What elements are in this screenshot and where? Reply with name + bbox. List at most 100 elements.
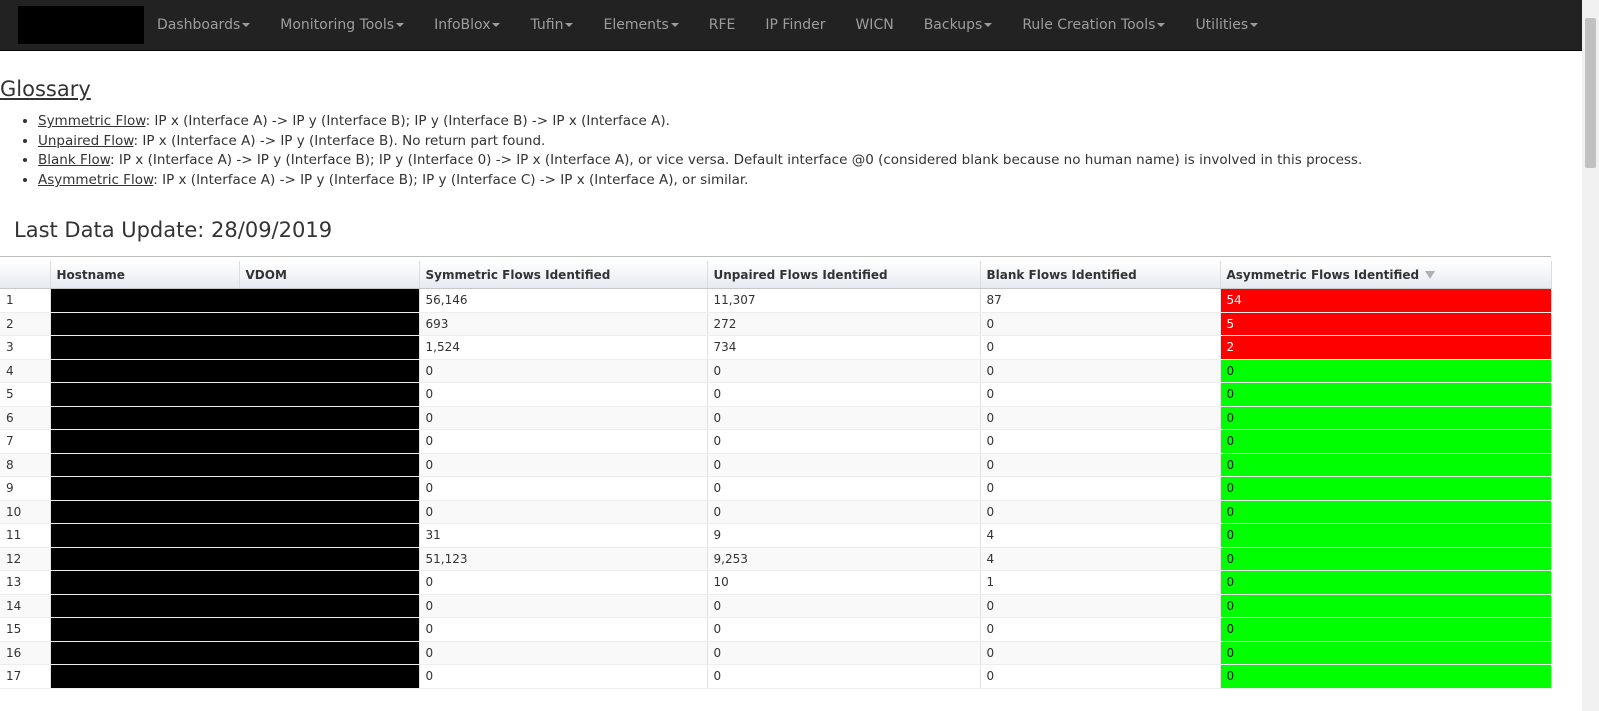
symmetric-flows-cell: 0 xyxy=(419,594,708,618)
nav-item-utilities[interactable]: Utilities xyxy=(1180,0,1273,50)
asymmetric-flows-cell-ok: 0 xyxy=(1220,547,1552,571)
nav-item-tufin[interactable]: Tufin xyxy=(515,0,588,50)
table-row[interactable]: 1 56,146 11,307 87 54 xyxy=(0,288,1552,313)
table-row[interactable]: 10 0 0 0 0 xyxy=(0,500,1552,524)
nav-item-label: Utilities xyxy=(1195,17,1249,33)
table-row[interactable]: 2 693 272 0 5 xyxy=(0,312,1552,336)
blank-flows-cell: 0 xyxy=(980,500,1221,524)
row-number-cell: 6 xyxy=(0,406,51,430)
asymmetric-flows-cell-ok: 0 xyxy=(1220,453,1552,477)
asymmetric-flows-cell-ok: 0 xyxy=(1220,570,1552,595)
sort-descending-icon[interactable] xyxy=(1425,271,1436,279)
blank-flows-cell: 0 xyxy=(980,664,1221,689)
glossary-term: Unpaired Flow xyxy=(38,132,134,149)
table-row[interactable]: 40000 xyxy=(0,359,1552,383)
nav-item-rule-creation-tools[interactable]: Rule Creation Tools xyxy=(1007,0,1180,50)
unpaired-flows-cell: 10 xyxy=(707,570,981,595)
blank-flows-cell: 0 xyxy=(980,406,1221,430)
symmetric-flows-cell: 0 xyxy=(419,359,708,383)
table-row[interactable]: 3 1,524 734 0 2 xyxy=(0,335,1552,360)
hostname-cell-redacted xyxy=(50,453,420,477)
brand-logo-redacted[interactable] xyxy=(18,6,144,44)
column-header-asymmetric-flows[interactable]: Asymmetric Flows Identified xyxy=(1220,261,1552,289)
hostname-cell-redacted xyxy=(50,500,420,524)
table-row[interactable]: 80000 xyxy=(0,453,1552,477)
symmetric-flows-cell: 0 xyxy=(419,453,708,477)
table-row[interactable]: 13 0 10 1 0 xyxy=(0,570,1552,595)
nav-item-label: Monitoring Tools xyxy=(280,17,395,33)
glossary-item: Blank Flow: IP x (Interface A) -> IP y (… xyxy=(38,151,1362,171)
table-row[interactable]: 90000 xyxy=(0,476,1552,501)
glossary-definition: : IP x (Interface A) -> IP y (Interface … xyxy=(133,132,546,149)
row-number-cell: 16 xyxy=(0,641,51,665)
glossary-term: Asymmetric Flow xyxy=(38,172,154,189)
column-header-hostname[interactable]: Hostname xyxy=(50,261,240,289)
column-header-label: Unpaired Flows Identified xyxy=(713,267,888,282)
row-number-cell: 11 xyxy=(0,523,51,548)
glossary-list: Symmetric Flow : IP x (Interface A) -> IP… xyxy=(0,112,1362,191)
row-number-cell: 10 xyxy=(0,500,51,524)
caret-down-icon xyxy=(1157,23,1166,27)
hostname-cell-redacted xyxy=(50,406,420,430)
table-row[interactable]: 60000 xyxy=(0,406,1552,430)
flows-table: Hostname VDOM Symmetric Flows Identified Un… xyxy=(0,261,1552,689)
row-number-cell: 3 xyxy=(0,335,51,360)
asymmetric-flows-cell-ok: 0 xyxy=(1220,476,1552,501)
unpaired-flows-cell: 0 xyxy=(707,617,981,642)
nav-item-label: Tufin xyxy=(530,17,564,33)
unpaired-flows-cell: 9 xyxy=(707,523,981,548)
row-number-cell: 2 xyxy=(0,312,51,336)
symmetric-flows-cell: 0 xyxy=(419,429,708,454)
table-row[interactable]: 70000 xyxy=(0,429,1552,454)
scrollbar-thumb[interactable] xyxy=(1585,18,1596,168)
table-row[interactable]: 15 0 0 0 0 xyxy=(0,617,1552,642)
hostname-cell-redacted xyxy=(50,335,420,360)
hostname-cell-redacted xyxy=(50,312,420,336)
symmetric-flows-cell: 56,146 xyxy=(419,288,708,313)
nav-item-wicn[interactable]: WICN xyxy=(840,0,908,50)
nav-item-elements[interactable]: Elements xyxy=(588,0,693,50)
symmetric-flows-cell: 0 xyxy=(419,570,708,595)
divider xyxy=(0,256,1551,257)
column-header-vdom[interactable]: VDOM xyxy=(239,261,420,289)
last-data-update: Last Data Update: 28/09/2019 xyxy=(14,218,333,242)
row-number-cell: 17 xyxy=(0,664,51,689)
hostname-cell-redacted xyxy=(50,641,420,665)
table-row[interactable]: 11 31 9 4 0 xyxy=(0,523,1552,548)
table-row[interactable]: 16 0 0 0 0 xyxy=(0,641,1552,665)
table-row[interactable]: 12 51,123 9,253 4 0 xyxy=(0,547,1552,571)
hostname-cell-redacted xyxy=(50,288,420,313)
symmetric-flows-cell: 51,123 xyxy=(419,547,708,571)
page-scrollbar[interactable] xyxy=(1582,0,1599,711)
column-header-unpaired-flows[interactable]: Unpaired Flows Identified xyxy=(707,261,981,289)
unpaired-flows-cell: 0 xyxy=(707,641,981,665)
symmetric-flows-cell: 0 xyxy=(419,617,708,642)
table-row[interactable]: 14 0 0 0 0 xyxy=(0,594,1552,618)
nav-item-rfe[interactable]: RFE xyxy=(694,0,751,50)
symmetric-flows-cell: 0 xyxy=(419,500,708,524)
column-header-blank-flows[interactable]: Blank Flows Identified xyxy=(980,261,1221,289)
row-number-cell: 8 xyxy=(0,453,51,477)
nav-item-dashboards[interactable]: Dashboards xyxy=(142,0,265,50)
unpaired-flows-cell: 0 xyxy=(707,359,981,383)
hostname-cell-redacted xyxy=(50,429,420,454)
blank-flows-cell: 87 xyxy=(980,288,1221,313)
nav-item-backups[interactable]: Backups xyxy=(909,0,1008,50)
nav-item-ip-finder[interactable]: IP Finder xyxy=(750,0,840,50)
blank-flows-cell: 0 xyxy=(980,453,1221,477)
column-header-label: Hostname xyxy=(56,267,125,282)
nav-item-label: Elements xyxy=(603,17,669,33)
asymmetric-flows-cell-ok: 0 xyxy=(1220,523,1552,548)
column-header-row-number[interactable] xyxy=(0,261,51,289)
column-header-symmetric-flows[interactable]: Symmetric Flows Identified xyxy=(419,261,708,289)
unpaired-flows-cell: 0 xyxy=(707,664,981,689)
nav-item-monitoring-tools[interactable]: Monitoring Tools xyxy=(265,0,419,50)
top-navbar: Dashboards Monitoring Tools InfoBlox Tufin E… xyxy=(0,0,1582,51)
unpaired-flows-cell: 0 xyxy=(707,476,981,501)
table-row[interactable]: 50000 xyxy=(0,382,1552,407)
table-row[interactable]: 17 0 0 0 0 xyxy=(0,664,1552,689)
nav-item-infoblox[interactable]: InfoBlox xyxy=(419,0,515,50)
nav-item-label: InfoBlox xyxy=(434,17,491,33)
blank-flows-cell: 0 xyxy=(980,617,1221,642)
glossary-term: Symmetric Flow xyxy=(38,113,146,129)
